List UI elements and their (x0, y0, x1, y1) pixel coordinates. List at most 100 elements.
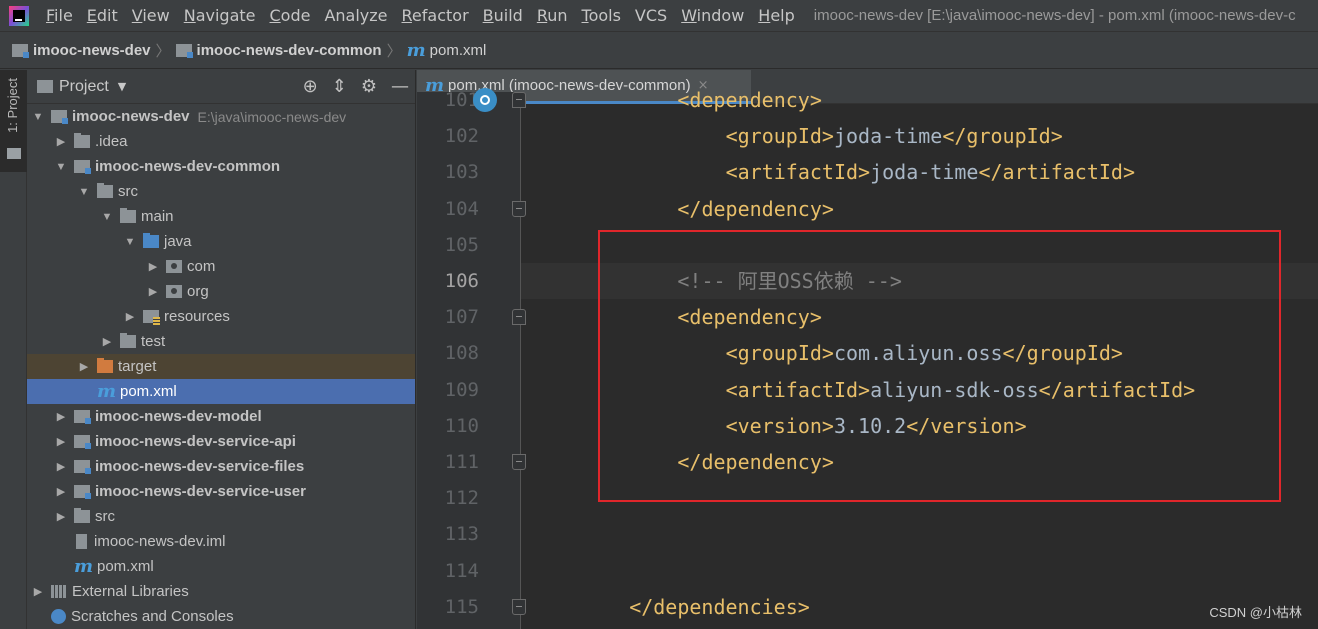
breadcrumb-file[interactable]: m pom.xml (407, 40, 487, 61)
menu-help[interactable]: Help (751, 0, 801, 31)
menu-window[interactable]: Window (674, 0, 751, 31)
maven-icon: m (406, 40, 426, 61)
tree-item[interactable]: ▼ imooc-news-dev-common (27, 154, 415, 179)
collapsed-arrow-icon[interactable]: ▶ (54, 510, 68, 523)
tree-item-label: External Libraries (72, 583, 189, 600)
breadcrumb-module[interactable]: imooc-news-dev-common 〉 (175, 40, 407, 61)
code-line[interactable]: </dependency> (521, 191, 1318, 227)
tree-item[interactable]: ▶ test (27, 329, 415, 354)
code-line[interactable]: <artifactId>joda-time</artifactId> (521, 154, 1318, 190)
collapse-all-icon[interactable]: ⇕ (332, 78, 347, 96)
folder-icon (120, 333, 136, 348)
hide-panel-icon[interactable]: — (391, 78, 409, 96)
folder-icon (74, 133, 90, 148)
collapsed-arrow-icon[interactable]: ▶ (123, 310, 137, 323)
pkg-icon (166, 260, 182, 273)
tree-item[interactable]: ▶ imooc-news-dev-service-user (27, 479, 415, 504)
tree-item-label: imooc-news-dev-service-files (95, 458, 305, 475)
chevron-down-icon[interactable]: ▼ (118, 80, 126, 93)
gear-icon[interactable]: ⚙ (361, 78, 377, 96)
lib-icon (51, 585, 67, 598)
expanded-arrow-icon[interactable]: ▼ (100, 211, 114, 223)
line-number: 113 (444, 523, 479, 546)
locate-icon[interactable]: ⊕ (303, 78, 318, 96)
tree-item[interactable]: ▶ com (27, 254, 415, 279)
collapsed-arrow-icon[interactable]: ▶ (54, 410, 68, 423)
xml-tag: </dependency> (677, 196, 834, 221)
line-number: 110 (444, 414, 479, 437)
tree-item[interactable]: ▶ imooc-news-dev-service-api (27, 429, 415, 454)
tree-item-label: .idea (95, 133, 128, 150)
expanded-arrow-icon[interactable]: ▼ (77, 186, 91, 198)
collapsed-arrow-icon[interactable]: ▶ (54, 435, 68, 448)
tree-item[interactable]: ▶ org (27, 279, 415, 304)
code-line[interactable]: <dependency> (521, 82, 1318, 118)
menu-edit[interactable]: Edit (80, 0, 125, 31)
xml-tag: </groupId> (942, 124, 1063, 149)
tree-item[interactable]: ▼ imooc-news-dev E:\java\imooc-news-dev (27, 104, 415, 129)
project-tool-tab[interactable]: 1: Project (0, 70, 27, 172)
code-line[interactable] (521, 516, 1318, 552)
tree-item[interactable]: m pom.xml (27, 379, 415, 404)
collapsed-arrow-icon[interactable]: ▶ (54, 485, 68, 498)
menu-file[interactable]: File (39, 0, 80, 31)
tree-item[interactable]: m pom.xml (27, 554, 415, 579)
expanded-arrow-icon[interactable]: ▼ (31, 111, 45, 123)
line-number: 103 (444, 161, 479, 184)
tree-item[interactable]: ▶ src (27, 504, 415, 529)
tree-item[interactable]: Scratches and Consoles (27, 604, 415, 629)
tree-item[interactable]: ▼ src (27, 179, 415, 204)
collapsed-arrow-icon[interactable]: ▶ (146, 285, 160, 298)
xml-text: joda-time (833, 124, 943, 149)
tree-item-label: src (95, 508, 115, 525)
tree-item[interactable]: ▼ main (27, 204, 415, 229)
collapsed-arrow-icon[interactable]: ▶ (146, 260, 160, 273)
breadcrumb-project[interactable]: imooc-news-dev 〉 (12, 40, 176, 61)
menu-analyze[interactable]: Analyze (317, 0, 394, 31)
tree-item[interactable]: ▶ target (27, 354, 415, 379)
collapsed-arrow-icon[interactable]: ▶ (100, 335, 114, 348)
menu-code[interactable]: Code (263, 0, 318, 31)
line-number: 111 (444, 451, 479, 473)
tree-item-label: imooc-news-dev-service-api (95, 433, 296, 450)
tree-item-label: org (187, 283, 209, 300)
code-line[interactable]: <groupId>joda-time</groupId> (521, 118, 1318, 154)
project-panel: Project ▼ ⊕ ⇕ ⚙ — ▼ imooc-news-dev E:\java… (27, 70, 416, 629)
line-number: 105 (444, 233, 479, 256)
xml-tag: </dependencies> (629, 594, 810, 619)
menu-tools[interactable]: Tools (575, 0, 628, 31)
code-line[interactable]: </dependencies> (521, 589, 1318, 625)
line-number: 107 (444, 306, 479, 329)
module-icon (12, 44, 29, 58)
mfile-icon: m (97, 381, 117, 402)
xml-tag: <artifactId> (725, 160, 871, 185)
code-line[interactable] (521, 553, 1318, 589)
tree-item-label: Scratches and Consoles (71, 608, 234, 625)
tree-item[interactable]: ▶ resources (27, 304, 415, 329)
tree-item[interactable]: imooc-news-dev.iml (27, 529, 415, 554)
collapsed-arrow-icon[interactable]: ▶ (77, 360, 91, 373)
menu-navigate[interactable]: Navigate (177, 0, 263, 31)
mfile-icon: m (74, 556, 94, 577)
menu-vcs[interactable]: VCS (628, 0, 674, 31)
menu-build[interactable]: Build (476, 0, 530, 31)
tree-item-label: resources (164, 308, 230, 325)
expanded-arrow-icon[interactable]: ▼ (54, 161, 68, 173)
tree-item[interactable]: ▶ External Libraries (27, 579, 415, 604)
collapsed-arrow-icon[interactable]: ▶ (54, 135, 68, 148)
collapsed-arrow-icon[interactable]: ▶ (54, 460, 68, 473)
menu-refactor[interactable]: Refactor (395, 0, 476, 31)
expanded-arrow-icon[interactable]: ▼ (123, 236, 137, 248)
tree-item[interactable]: ▶ .idea (27, 129, 415, 154)
collapsed-arrow-icon[interactable]: ▶ (31, 585, 45, 598)
project-panel-title[interactable]: Project (59, 78, 109, 96)
menu-view[interactable]: View (125, 0, 177, 31)
highlight-box (598, 230, 1281, 502)
module-icon (74, 435, 91, 449)
menu-run[interactable]: Run (530, 0, 575, 31)
tree-item[interactable]: ▶ imooc-news-dev-service-files (27, 454, 415, 479)
maven-gutter-icon[interactable] (473, 88, 497, 112)
tree-item[interactable]: ▼ java (27, 229, 415, 254)
res-icon (143, 310, 160, 325)
tree-item[interactable]: ▶ imooc-news-dev-model (27, 404, 415, 429)
